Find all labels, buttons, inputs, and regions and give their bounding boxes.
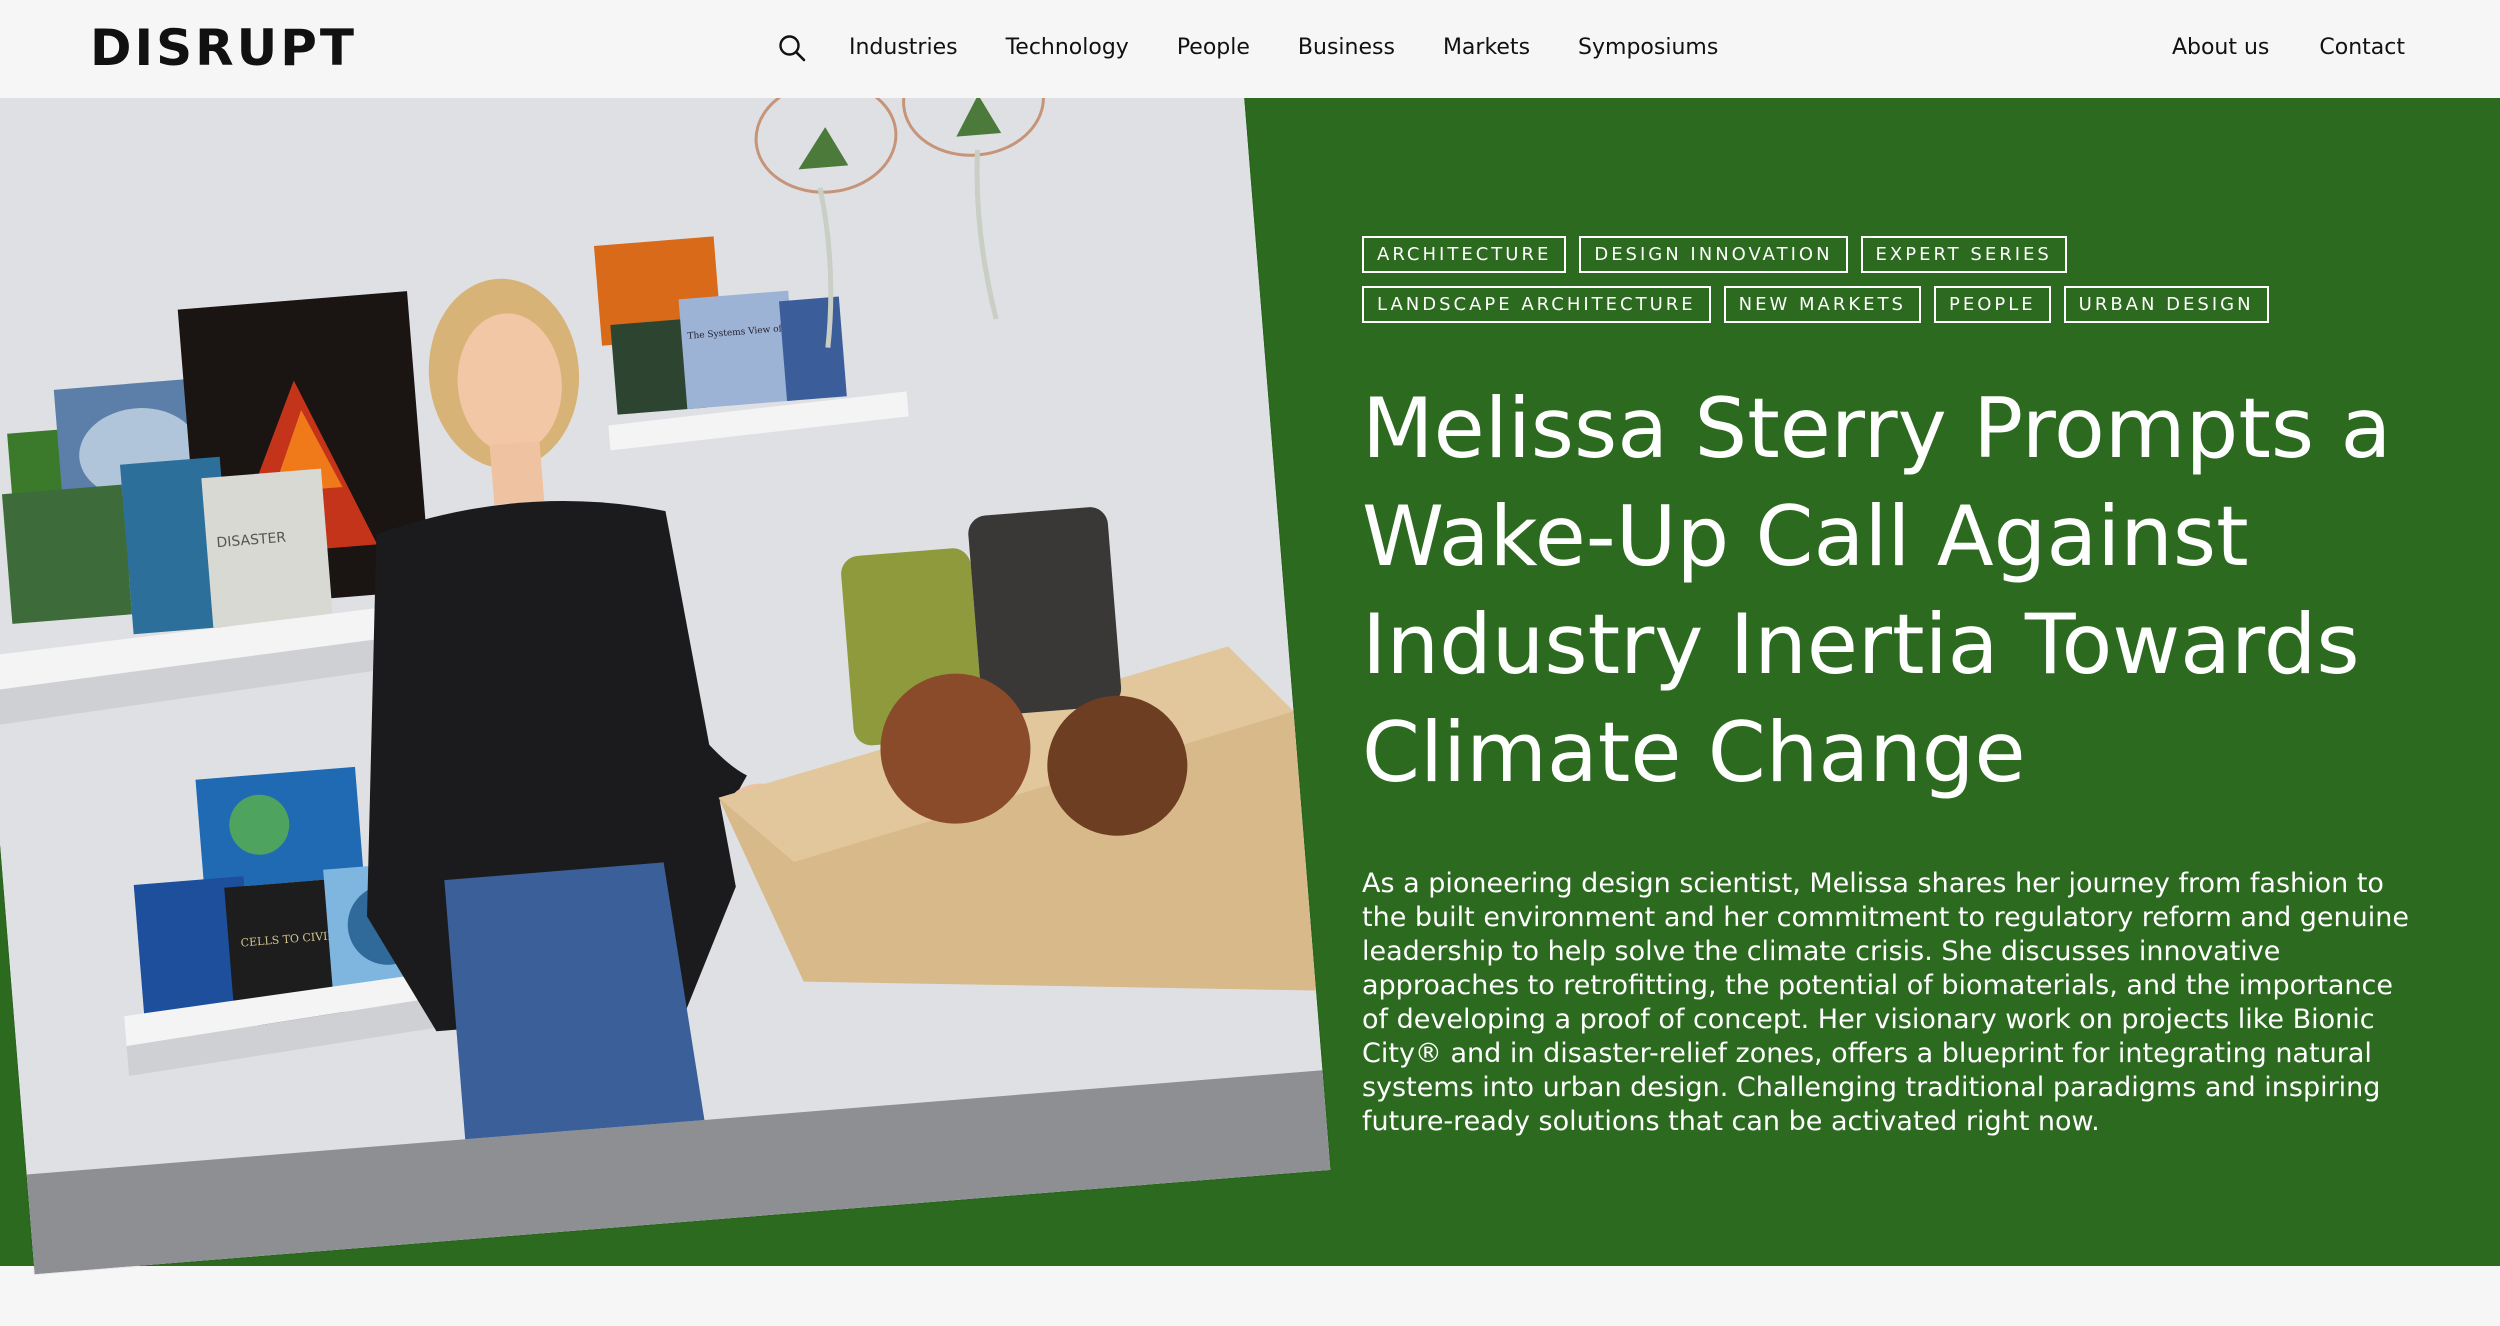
article-title: Melissa Sterry Prompts a Wake-Up Call Ag…: [1362, 380, 2392, 801]
primary-nav: Industries Technology People Business Ma…: [775, 26, 1766, 70]
secondary-nav: About us Contact: [2122, 26, 2405, 70]
nav-markets[interactable]: Markets: [1443, 26, 1530, 70]
tag-architecture[interactable]: ARCHITECTURE: [1362, 236, 1567, 273]
nav-about-us[interactable]: About us: [2172, 26, 2269, 70]
tag-landscape-architecture[interactable]: LANDSCAPE ARCHITECTURE: [1362, 286, 1711, 323]
logo-text: DISRUPT: [90, 19, 357, 77]
tag-new-markets[interactable]: NEW MARKETS: [1723, 286, 1921, 323]
tag-people[interactable]: PEOPLE: [1933, 286, 2051, 323]
nav-symposiums[interactable]: Symposiums: [1578, 26, 1718, 70]
hero-photo: DISASTER The Systems View of Life CELLS …: [0, 0, 1331, 1275]
tag-urban-design[interactable]: URBAN DESIGN: [2063, 286, 2269, 323]
nav-people[interactable]: People: [1177, 26, 1250, 70]
site-header: DISRUPT Industries Technology People Bus…: [0, 0, 2500, 98]
tag-list: ARCHITECTURE DESIGN INNOVATION EXPERT SE…: [1362, 236, 2412, 323]
nav-contact[interactable]: Contact: [2319, 26, 2405, 70]
article-summary: As a pioneering design scientist, Meliss…: [1362, 868, 2409, 1137]
article-header: ARCHITECTURE DESIGN INNOVATION EXPERT SE…: [1362, 236, 2412, 1139]
tag-design-innovation[interactable]: DESIGN INNOVATION: [1579, 236, 1848, 273]
page: DISRUPT Industries Technology People Bus…: [0, 0, 2500, 1326]
nav-business[interactable]: Business: [1298, 26, 1395, 70]
site-logo[interactable]: DISRUPT: [90, 20, 357, 76]
tag-expert-series[interactable]: EXPERT SERIES: [1860, 236, 2067, 273]
hero-section: DISASTER The Systems View of Life CELLS …: [0, 0, 2500, 1275]
nav-industries[interactable]: Industries: [849, 26, 958, 70]
page-below-hero: [0, 1266, 2500, 1326]
nav-technology[interactable]: Technology: [1006, 26, 1129, 70]
search-icon[interactable]: [775, 31, 809, 65]
